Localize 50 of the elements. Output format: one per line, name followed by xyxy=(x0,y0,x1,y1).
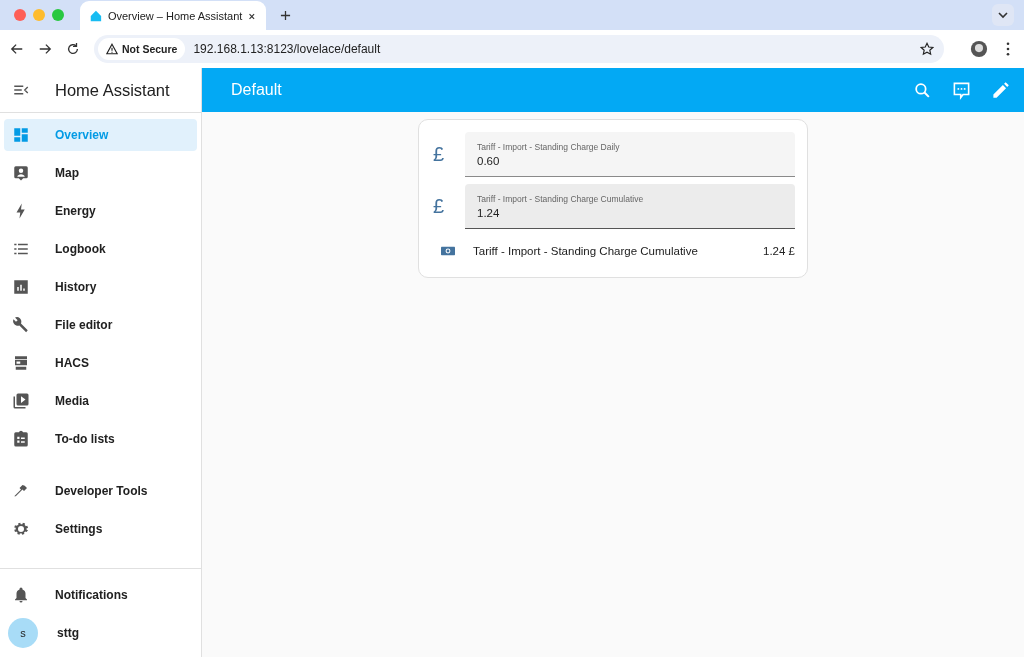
sidebar-item[interactable]: Map xyxy=(4,157,197,189)
sidebar-item-icon xyxy=(12,126,30,144)
sidebar-item-icon xyxy=(12,164,30,182)
number-input-field[interactable]: Tariff - Import - Standing Charge Cumulative 1.24 xyxy=(465,184,795,229)
tab-title: Overview – Home Assistant xyxy=(107,10,243,22)
sidebar-item[interactable]: File editor xyxy=(4,309,197,341)
user-item[interactable]: s sttg xyxy=(4,617,197,649)
pound-icon: £ xyxy=(433,195,465,218)
sidebar-item-icon xyxy=(12,354,30,372)
entity-name[interactable]: Tariff - Import - Standing Charge Cumulative xyxy=(473,245,763,257)
sidebar-item-icon xyxy=(12,392,30,410)
chat-icon[interactable] xyxy=(952,80,971,100)
profile-avatar-icon[interactable] xyxy=(970,40,988,58)
forward-arrow-icon[interactable] xyxy=(38,42,52,56)
sidebar-item[interactable]: Settings xyxy=(4,513,197,545)
new-tab-icon[interactable] xyxy=(280,9,291,21)
sidebar-item-icon xyxy=(12,316,30,334)
reload-icon[interactable] xyxy=(66,42,80,56)
user-avatar: s xyxy=(8,618,38,648)
dashboard-title: Default xyxy=(231,81,282,99)
number-input-field[interactable]: Tariff - Import - Standing Charge Daily 0.60 xyxy=(465,132,795,177)
browser-tab[interactable]: Overview – Home Assistant xyxy=(80,1,266,31)
warning-icon xyxy=(106,43,118,55)
sidebar-item[interactable]: Developer Tools xyxy=(4,475,197,507)
star-icon[interactable] xyxy=(920,42,934,56)
notifications-item[interactable]: Notifications xyxy=(4,579,197,611)
cash-icon xyxy=(441,246,455,256)
entity-value: 1.24 £ xyxy=(763,245,795,257)
bell-icon xyxy=(12,586,30,604)
pencil-icon[interactable] xyxy=(991,80,1010,100)
more-icon[interactable] xyxy=(1006,42,1010,56)
address-field[interactable]: Not Secure 192.168.1.13:8123/lovelace/default xyxy=(94,35,944,63)
chevron-down-icon[interactable] xyxy=(992,4,1014,26)
sidebar-item[interactable]: HACS xyxy=(4,347,197,379)
sidebar-item[interactable]: Energy xyxy=(4,195,197,227)
search-icon[interactable] xyxy=(913,80,932,100)
sidebar-item[interactable]: Logbook xyxy=(4,233,197,265)
sidebar-item[interactable]: To-do lists xyxy=(4,423,197,455)
house-icon xyxy=(90,9,102,23)
sidebar-item[interactable]: Media xyxy=(4,385,197,417)
sidebar-item[interactable]: History xyxy=(4,271,197,303)
url-text: 192.168.1.13:8123/lovelace/default xyxy=(193,42,381,56)
back-arrow-icon[interactable] xyxy=(10,42,24,56)
settings-icon xyxy=(12,520,30,538)
pound-icon: £ xyxy=(433,143,465,166)
security-chip[interactable]: Not Secure xyxy=(98,38,186,60)
close-icon[interactable] xyxy=(248,11,256,21)
sidebar-item-icon xyxy=(12,430,30,448)
sidebar-item-icon xyxy=(12,278,30,296)
app-title: Home Assistant xyxy=(55,80,170,100)
